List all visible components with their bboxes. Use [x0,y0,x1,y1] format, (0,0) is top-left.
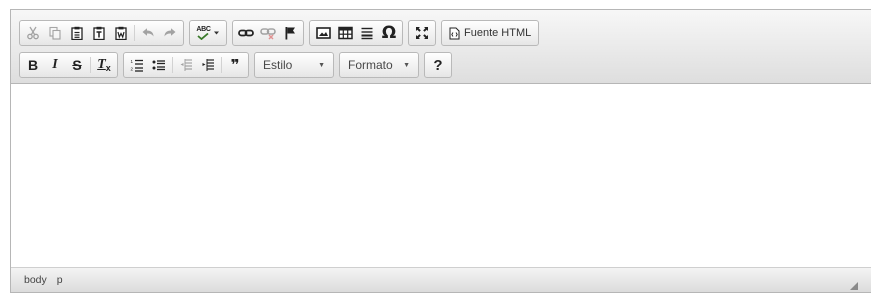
svg-text:1: 1 [131,59,134,64]
format-combo-label: Formato [348,58,393,72]
basic-styles-group: B I S T x [19,52,118,78]
copy-icon [48,26,62,40]
spellcheck-button[interactable]: ABC [192,22,224,44]
remove-format-button[interactable]: T x [93,54,115,76]
bold-label: B [27,57,39,73]
paste-text-icon [92,26,106,40]
table-icon [337,26,353,40]
undo-icon [141,26,155,40]
remove-format-label: T [97,57,106,72]
insert-group: Ω [309,20,403,46]
italic-button[interactable]: I [44,54,66,76]
source-button[interactable]: Fuente HTML [444,22,536,44]
bold-button[interactable]: B [22,54,44,76]
numbered-list-button[interactable]: 12 [126,54,148,76]
cut-button[interactable] [22,22,44,44]
omega-icon: Ω [381,23,397,43]
strike-button[interactable]: S [66,54,88,76]
maximize-icon [415,26,429,40]
table-button[interactable] [334,22,356,44]
unlink-button[interactable] [257,22,279,44]
chevron-down-icon: ▼ [403,61,410,69]
flag-icon [283,26,297,40]
paste-from-word-icon [114,26,128,40]
source-group: Fuente HTML [441,20,540,46]
format-combo[interactable]: Formato ▼ [339,52,419,78]
paste-button[interactable] [66,22,88,44]
source-button-label: Fuente HTML [464,27,532,39]
maximize-group [408,20,436,46]
path-element-body[interactable]: body [24,274,47,286]
quote-icon: ❞ [230,56,240,74]
image-icon [315,26,331,40]
outdent-icon [179,58,193,72]
indent-icon [201,58,215,72]
undo-button[interactable] [137,22,159,44]
anchor-button[interactable] [279,22,301,44]
special-char-button[interactable]: Ω [378,22,400,44]
status-bar: body p [11,267,871,292]
spellcheck-badge: ABC [196,26,211,33]
help-icon: ? [433,56,443,74]
strike-label: S [72,57,82,73]
chevron-down-icon: ▼ [318,61,325,69]
link-icon [238,26,254,40]
remove-format-icon: T x [97,57,111,73]
style-combo-label: Estilo [263,58,293,72]
bulleted-list-icon [152,58,166,72]
toolbar-separator [172,57,173,73]
horizontal-rule-button[interactable] [356,22,378,44]
clipboard-group [19,20,184,46]
paste-icon [70,26,84,40]
paste-text-button[interactable] [88,22,110,44]
toolbar-row-1: ABC Ω Fuente HTML [19,20,544,46]
redo-button[interactable] [159,22,181,44]
increase-indent-button[interactable] [197,54,219,76]
image-button[interactable] [312,22,334,44]
rich-text-editor: ABC Ω Fuente HTML B I S T x 1 2 ❞ Estilo… [10,9,871,293]
help-button[interactable]: ? [427,54,449,76]
maximize-button[interactable] [411,22,433,44]
resize-handle-icon[interactable] [850,281,858,290]
source-icon [449,27,460,40]
toolbar-separator [134,25,135,41]
spellcheck-icon: ABC [196,26,219,40]
editor-content-area[interactable] [11,84,871,269]
numbered-list-icon: 12 [130,58,144,72]
decrease-indent-button[interactable] [175,54,197,76]
spellcheck-group: ABC [189,20,227,46]
italic-label: I [52,57,58,72]
link-button[interactable] [235,22,257,44]
path-element-p[interactable]: p [57,274,63,286]
paste-from-word-button[interactable] [110,22,132,44]
paragraph-group: 12 ❞ [123,52,249,78]
cut-icon [26,26,40,40]
toolbar-row-2: B I S T x 12 ❞ Estilo ▼ Formato ▼ ? [19,52,457,78]
links-group [232,20,304,46]
help-group: ? [424,52,452,78]
bulleted-list-button[interactable] [148,54,170,76]
remove-format-sub: x [105,63,111,73]
toolbar-separator [221,57,222,73]
style-combo[interactable]: Estilo ▼ [254,52,334,78]
horizontal-rule-icon [360,26,374,40]
blockquote-button[interactable]: ❞ [224,54,246,76]
unlink-icon [260,26,276,40]
copy-button[interactable] [44,22,66,44]
editor-toolbar: ABC Ω Fuente HTML B I S T x 1 2 ❞ Estilo… [11,10,871,84]
toolbar-separator [90,57,91,73]
svg-text:2: 2 [131,67,134,72]
redo-icon [163,26,177,40]
